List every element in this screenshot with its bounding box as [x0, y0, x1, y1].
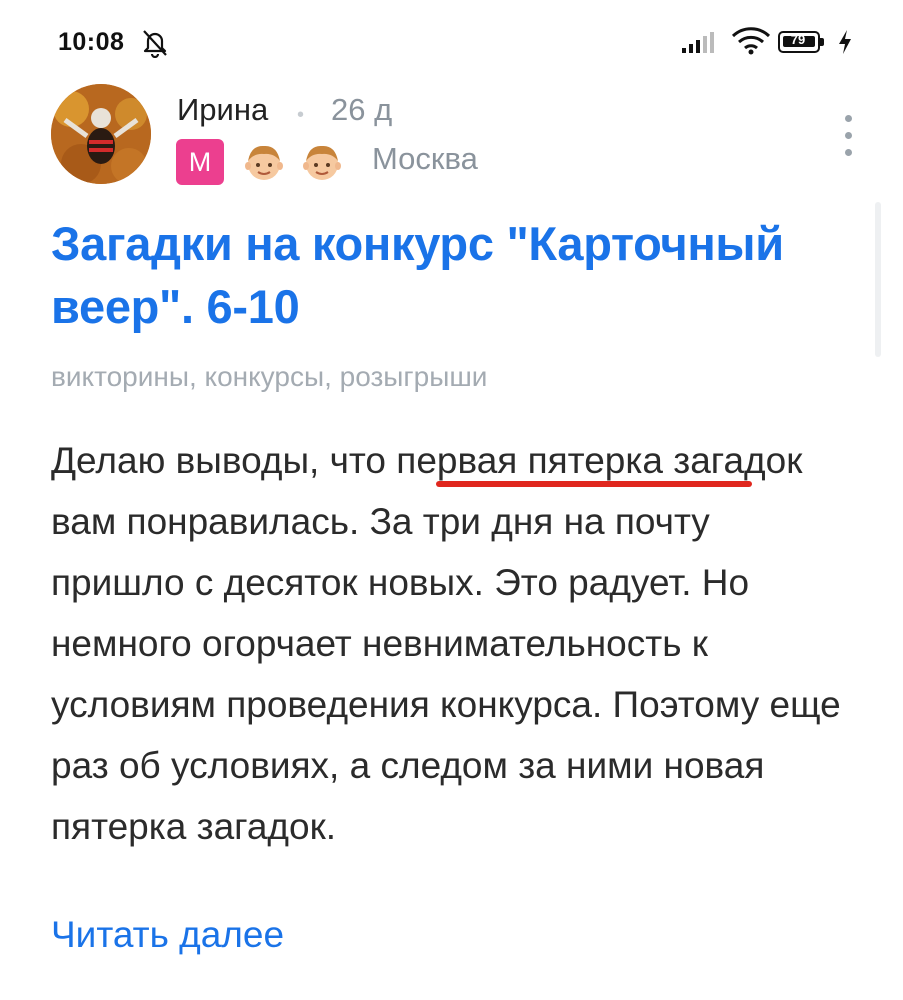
- bell-off-icon: [143, 30, 167, 58]
- post-title[interactable]: Загадки на конкурс "Карточный веер". 6-1…: [51, 212, 871, 338]
- author-name[interactable]: Ирина: [177, 92, 268, 128]
- post-age: 26 д: [331, 92, 393, 127]
- body-text-rest: загадок вам понравилась. За три дня на п…: [51, 440, 841, 847]
- post-body: Делаю выводы, что первая пятерка загадок…: [51, 430, 851, 857]
- post-tags[interactable]: викторины, конкурсы, розыгрыши: [51, 361, 487, 393]
- highlight-underline: [436, 481, 752, 487]
- battery-icon: 79: [778, 31, 824, 53]
- avatar-image: [51, 84, 151, 184]
- read-more-link[interactable]: Читать далее: [51, 914, 284, 956]
- boy-face-icon: [245, 145, 283, 180]
- author-avatar[interactable]: [51, 84, 151, 184]
- status-time: 10:08: [58, 28, 125, 56]
- boy-face-icon: [303, 145, 341, 180]
- signal-icon: [682, 32, 714, 53]
- charging-icon: [839, 30, 851, 54]
- status-bar: 10:08 79: [0, 0, 903, 84]
- badge-m: М: [176, 139, 224, 185]
- author-city: Москва: [372, 141, 478, 176]
- wifi-icon: [731, 27, 771, 55]
- body-highlight: первая пятерка: [396, 440, 663, 481]
- more-options-icon[interactable]: [840, 115, 856, 159]
- meta-separator: •: [297, 104, 305, 126]
- body-text-start: Делаю выводы, что: [51, 440, 397, 481]
- battery-level: 79: [790, 32, 806, 47]
- scrollbar[interactable]: [875, 202, 881, 357]
